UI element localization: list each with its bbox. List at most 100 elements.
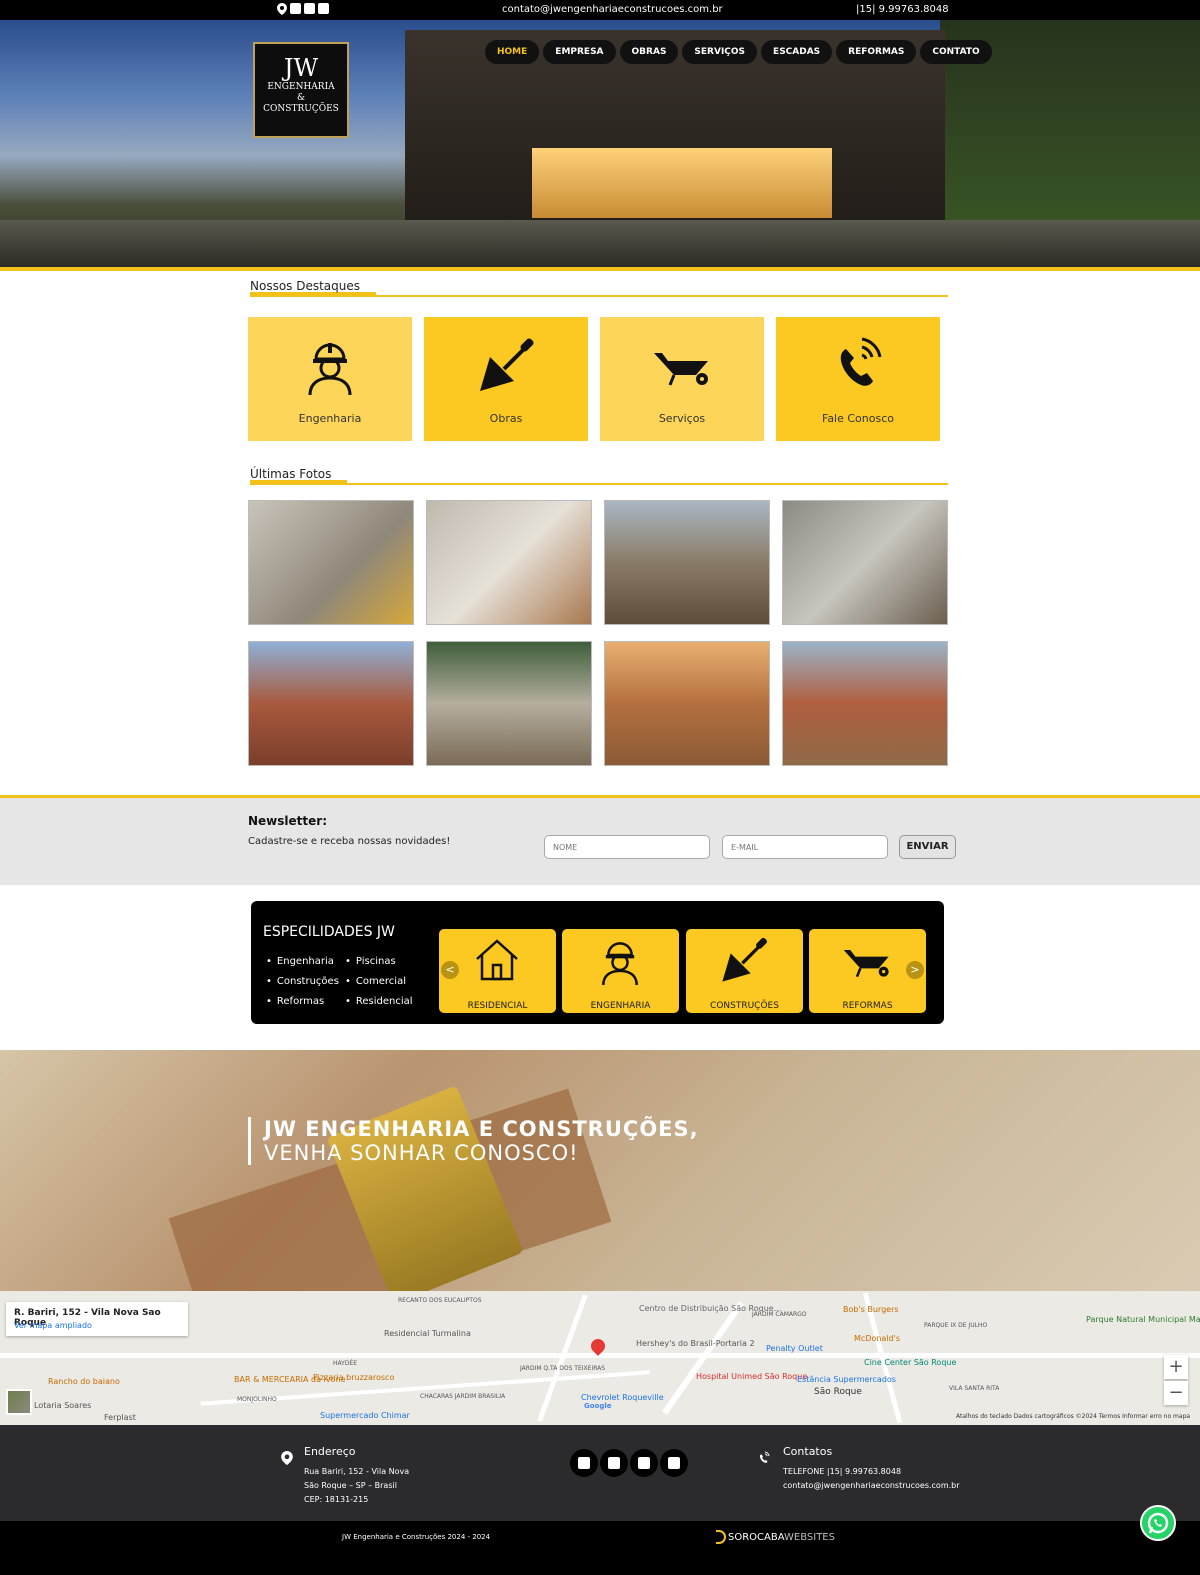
carousel-prev-button[interactable]: < xyxy=(441,961,459,979)
nav-obras[interactable]: OBRAS xyxy=(619,40,679,64)
map-place-label: HAYDÉE xyxy=(333,1360,358,1367)
map-zoom-in-button[interactable]: + xyxy=(1164,1355,1188,1379)
gallery-photo[interactable] xyxy=(604,500,770,625)
map-place-label: Parque Natural Municipal Mata da Câmara xyxy=(1086,1315,1200,1324)
location-map[interactable]: RECANTO DOS EUCALIPTOS Residencial Turma… xyxy=(0,1291,1200,1425)
map-attribution[interactable]: Atalhos do teclado Dados cartográficos ©… xyxy=(956,1413,1190,1420)
footer-facebook-button[interactable] xyxy=(600,1449,628,1477)
map-road xyxy=(537,1294,588,1422)
gallery-photo[interactable] xyxy=(782,500,948,625)
map-satellite-toggle[interactable] xyxy=(6,1389,32,1415)
instagram-icon[interactable] xyxy=(304,3,315,14)
newsletter-name-input[interactable] xyxy=(544,835,710,859)
card-label: Obras xyxy=(489,412,523,425)
logo-line-construcoes: CONSTRUÇÕES xyxy=(263,104,339,114)
tile-label: RESIDENCIAL xyxy=(467,1001,528,1011)
linkedin-icon[interactable] xyxy=(318,3,329,14)
top-bar: contato@jwengenhariaeconstrucoes.com.br … xyxy=(0,0,1200,20)
footer-linkedin-button[interactable] xyxy=(660,1449,688,1477)
engineer-icon xyxy=(602,942,638,985)
speciality-item[interactable]: Piscinas xyxy=(345,956,413,976)
nav-contato[interactable]: CONTATO xyxy=(920,40,992,64)
newsletter-section: Newsletter: Cadastre-se e receba nossas … xyxy=(0,798,1200,885)
logo-line-engenharia: ENGENHARIA xyxy=(267,82,335,92)
nav-servicos[interactable]: SERVIÇOS xyxy=(682,40,758,64)
trowel-icon xyxy=(480,338,534,391)
speciality-item[interactable]: Engenharia xyxy=(266,956,339,976)
map-place-label: Chevrolet Roqueville xyxy=(581,1393,664,1402)
newsletter-submit-button[interactable]: ENVIAR xyxy=(899,835,956,859)
hero-wall xyxy=(0,220,1200,267)
map-place-label: Pizzaria bruzzarosco xyxy=(313,1373,395,1382)
map-enlarge-link[interactable]: Ver mapa ampliado xyxy=(14,1321,92,1330)
speciality-tile-construcoes[interactable]: CONSTRUÇÕES xyxy=(686,929,803,1013)
card-label: Engenharia xyxy=(298,412,362,425)
card-fale-conosco[interactable]: Fale Conosco xyxy=(776,317,940,441)
linkedin-icon xyxy=(668,1457,680,1469)
speciality-item[interactable]: Construções xyxy=(266,976,339,996)
newsletter-title: Newsletter: xyxy=(248,814,327,828)
site-logo[interactable]: JW ENGENHARIA & CONSTRUÇÕES xyxy=(253,42,349,138)
map-place-label: Penalty Outlet xyxy=(766,1344,823,1353)
brand-part-2: WEBSITES xyxy=(784,1532,835,1543)
card-obras[interactable]: Obras xyxy=(424,317,588,441)
facebook-icon[interactable] xyxy=(290,3,301,14)
top-email-link[interactable]: contato@jwengenhariaeconstrucoes.com.br xyxy=(502,4,723,15)
tile-label: ENGENHARIA xyxy=(590,1001,651,1011)
location-icon xyxy=(281,1451,293,1465)
footer-instagram-button[interactable] xyxy=(630,1449,658,1477)
whatsapp-icon xyxy=(1147,1512,1169,1534)
map-place-label: Hershey's do Brasil-Portaria 2 xyxy=(636,1339,755,1348)
map-place-label: Residencial Turmalina xyxy=(384,1329,471,1338)
nav-reformas[interactable]: REFORMAS xyxy=(836,40,917,64)
gallery-photo[interactable] xyxy=(782,641,948,766)
gallery-photo[interactable] xyxy=(248,500,414,625)
highlights-heading-text: Nossos Destaques xyxy=(250,279,377,295)
nav-home[interactable]: HOME xyxy=(485,40,540,64)
gallery-photo[interactable] xyxy=(604,641,770,766)
specialities-list-1: Engenharia Construções Reformas xyxy=(266,956,339,1016)
footer-email-button[interactable] xyxy=(570,1449,598,1477)
speciality-item[interactable]: Comercial xyxy=(345,976,413,996)
speciality-tile-engenharia[interactable]: ENGENHARIA xyxy=(562,929,679,1013)
wheelbarrow-icon xyxy=(843,950,889,978)
specialities-list-2: Piscinas Comercial Residencial xyxy=(345,956,413,1016)
map-info-box: R. Bariri, 152 - Vila Nova Sao Roque Ver… xyxy=(6,1302,188,1336)
footer-address-title: Endereço xyxy=(304,1445,356,1458)
specialities-panel: ESPECILIDADES JW Engenharia Construções … xyxy=(251,901,944,1024)
footer-email[interactable]: contato@jwengenhariaeconstrucoes.com.br xyxy=(783,1479,960,1493)
footer-contacts-title: Contatos xyxy=(783,1445,833,1458)
map-place-label: Rancho do baiano xyxy=(48,1377,120,1386)
photos-heading-text: Últimas Fotos xyxy=(250,467,348,483)
carousel-next-button[interactable]: > xyxy=(906,961,924,979)
speciality-item[interactable]: Reformas xyxy=(266,996,339,1016)
tile-label: CONSTRUÇÕES xyxy=(710,1001,779,1011)
speciality-item[interactable]: Residencial xyxy=(345,996,413,1016)
nav-escadas[interactable]: ESCADAS xyxy=(761,40,833,64)
nav-empresa[interactable]: EMPRESA xyxy=(543,40,616,64)
gallery-photo[interactable] xyxy=(426,500,592,625)
developer-brand-link[interactable]: SOROCABAWEBSITES xyxy=(716,1530,835,1544)
house-icon xyxy=(476,939,518,981)
bottom-bar: JW Engenharia e Construções 2024 - 2024 … xyxy=(0,1521,1200,1575)
newsletter-subtitle: Cadastre-se e receba nossas novidades! xyxy=(248,836,451,847)
card-engenharia[interactable]: Engenharia xyxy=(248,317,412,441)
gallery-photo[interactable] xyxy=(248,641,414,766)
map-pin-icon[interactable] xyxy=(277,3,287,15)
footer-phone[interactable]: TELEFONE |15| 9.99763.8048 xyxy=(783,1465,901,1479)
copyright-text: JW Engenharia e Construções 2024 - 2024 xyxy=(342,1533,491,1541)
newsletter-email-input[interactable] xyxy=(722,835,888,859)
phone-icon xyxy=(840,337,882,386)
phone-icon xyxy=(759,1451,770,1463)
map-place-label: São Roque xyxy=(814,1387,862,1397)
logo-line-ampersand: & xyxy=(296,93,305,103)
map-place-label: RECANTO DOS EUCALIPTOS xyxy=(398,1297,482,1304)
brand-part-1: SOROCABA xyxy=(728,1532,785,1543)
photo-gallery xyxy=(248,500,948,766)
top-phone-link[interactable]: |15| 9.99763.8048 xyxy=(856,4,949,15)
whatsapp-float-button[interactable] xyxy=(1140,1505,1176,1541)
map-zoom-out-button[interactable]: − xyxy=(1164,1381,1188,1405)
card-servicos[interactable]: Serviços xyxy=(600,317,764,441)
footer-address-line: São Roque – SP – Brasil xyxy=(304,1481,397,1490)
gallery-photo[interactable] xyxy=(426,641,592,766)
